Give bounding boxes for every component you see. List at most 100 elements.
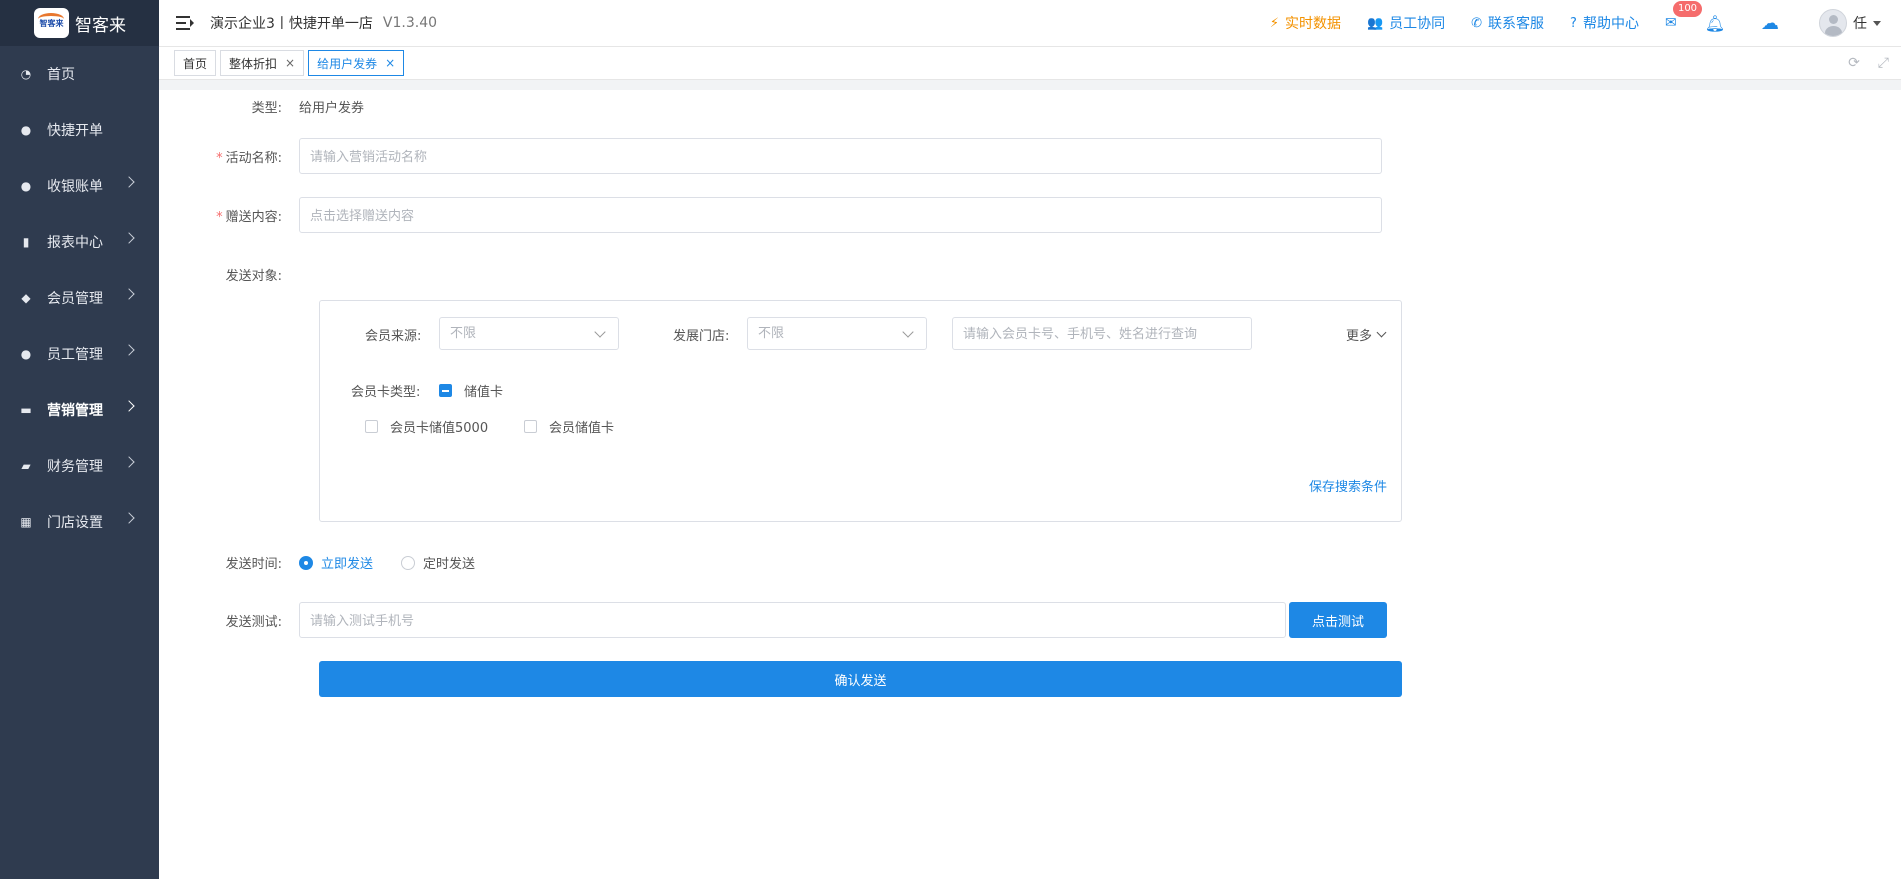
chevron-down-icon xyxy=(1376,327,1387,338)
sidebar-item-label: 员工管理 xyxy=(47,347,103,363)
page-tab[interactable]: 给用户发券 × xyxy=(308,50,405,76)
chevron-right-icon xyxy=(123,176,135,188)
member-search-input[interactable] xyxy=(952,317,1252,350)
card-option-checkbox[interactable]: 会员储值卡 xyxy=(524,417,614,436)
chevron-right-icon xyxy=(123,512,135,524)
mail-icon[interactable]: ✉ 100 xyxy=(1665,1,1703,31)
confirm-send-button[interactable]: 确认发送 xyxy=(319,661,1402,697)
gift-content-input[interactable] xyxy=(299,197,1382,233)
test-label: 发送测试: xyxy=(225,614,282,630)
chevron-down-icon xyxy=(594,326,606,338)
tab-label: 整体折扣 xyxy=(229,56,278,71)
fullscreen-icon[interactable]: ⤢ xyxy=(1878,55,1889,71)
user-icon: ● xyxy=(20,347,32,361)
header-link[interactable]: ⚡ 实时数据 xyxy=(1270,13,1341,33)
sidebar-item[interactable]: ● 员工管理 xyxy=(0,326,159,382)
time-label: 发送时间: xyxy=(225,557,282,572)
tab-label: 首页 xyxy=(183,56,208,71)
menu-collapse-icon[interactable] xyxy=(176,16,194,30)
sidebar-nav: ◔ 首页 ● 快捷开单 ● 收银账单 ▮ 报表中心 ◆ 会员管理 ● 员工管理 ▬ 营销管理 ▰ 财务管理 ▦ 门… xyxy=(0,46,159,550)
sidebar-item-label: 报表中心 xyxy=(47,235,103,251)
store-label: 发展门店: xyxy=(673,329,730,344)
sidebar-item-label: 首页 xyxy=(47,67,75,83)
header-link-label: 员工协同 xyxy=(1389,16,1446,32)
activity-label: * 活动名称: xyxy=(216,150,282,166)
users-icon: 👥 xyxy=(1366,15,1384,31)
header-link-label: 联系客服 xyxy=(1488,16,1545,32)
refresh-icon[interactable]: ⟳ xyxy=(1848,55,1860,71)
chevron-down-icon xyxy=(1873,20,1881,26)
member-source-select[interactable]: 不限 xyxy=(439,317,619,350)
time-row: 发送时间: 立即发送 定时发送 xyxy=(159,553,503,572)
card-type-parent-checkbox[interactable]: 储值卡 xyxy=(439,381,503,400)
sidebar-item-label: 营销管理 xyxy=(47,403,103,419)
wallet-icon: ▰ xyxy=(21,459,31,473)
sidebar-item[interactable]: ▮ 报表中心 xyxy=(0,214,159,270)
target-filter-panel: 会员来源: 不限 发展门店: 不限 更多 会员卡类型: 储值卡 会员卡储值500… xyxy=(319,300,1402,522)
tab-label: 给用户发券 xyxy=(317,56,378,71)
sidebar-item[interactable]: ▰ 财务管理 xyxy=(0,438,159,494)
test-row: 发送测试: 点击测试 xyxy=(159,602,1387,638)
sidebar-item-label: 财务管理 xyxy=(47,459,103,475)
target-label: 发送对象: xyxy=(225,268,282,284)
avatar xyxy=(1819,9,1847,37)
logo-icon: 智客来 xyxy=(34,8,69,38)
mail-badge: 100 xyxy=(1672,1,1703,17)
bell-icon[interactable]: 🔔︎ xyxy=(1705,14,1725,33)
header-link-label: 实时数据 xyxy=(1284,16,1341,32)
header-link[interactable]: 👥 员工协同 xyxy=(1367,13,1445,33)
radio-send-scheduled[interactable]: 定时发送 xyxy=(401,553,475,572)
header-actions: ⚡ 实时数据 👥 员工协同 ✆ 联系客服? 帮助中心 ✉ 100 🔔︎ ☁ 任 xyxy=(1270,0,1901,46)
sidebar-item[interactable]: ● 快捷开单 xyxy=(0,102,159,158)
sidebar-item[interactable]: ▬ 营销管理 xyxy=(0,382,159,438)
header-link[interactable]: ? 帮助中心 xyxy=(1570,13,1639,33)
close-icon[interactable]: × xyxy=(285,56,295,70)
tab-bar: 首页 整体折扣 × 给用户发券 × ⟳ ⤢ xyxy=(159,46,1901,80)
sidebar: 智客来 智客来 ◔ 首页 ● 快捷开单 ● 收银账单 ▮ 报表中心 ◆ 会员管理 ● 员工管理 ▬ 营销管… xyxy=(0,0,159,879)
sidebar-item[interactable]: ▦ 门店设置 xyxy=(0,494,159,550)
test-phone-input[interactable] xyxy=(299,602,1286,638)
sidebar-item-label: 会员管理 xyxy=(47,291,103,307)
user-menu[interactable]: 任 xyxy=(1819,9,1881,37)
tab-tools: ⟳ ⤢ xyxy=(1830,55,1889,71)
sidebar-item[interactable]: ● 收银账单 xyxy=(0,158,159,214)
chevron-right-icon xyxy=(123,232,135,244)
chevron-right-icon xyxy=(123,344,135,356)
brand-logo[interactable]: 智客来 智客来 xyxy=(0,0,159,46)
gift-row: * 赠送内容: xyxy=(159,197,1382,233)
sidebar-item-label: 收银账单 xyxy=(47,179,103,195)
top-header: 演示企业3丨快捷开单一店 V1.3.40 ⚡ 实时数据 👥 员工协同 ✆ 联系客服? 帮助中… xyxy=(159,0,1901,46)
help-icon: ? xyxy=(1570,15,1577,31)
chevron-right-icon xyxy=(123,400,135,412)
briefcase-icon: ▬ xyxy=(20,403,32,417)
card-option-checkbox[interactable]: 会员卡储值5000 xyxy=(365,417,488,436)
app-version: V1.3.40 xyxy=(382,15,438,31)
radio-send-now[interactable]: 立即发送 xyxy=(299,553,373,572)
cloud-icon[interactable]: ☁ xyxy=(1761,13,1779,34)
more-filters-toggle[interactable]: 更多 xyxy=(1346,325,1387,344)
dashboard-icon: ◔ xyxy=(20,67,32,81)
card-type-label: 会员卡类型: xyxy=(351,385,421,400)
sidebar-item[interactable]: ◔ 首页 xyxy=(0,46,159,102)
activity-name-input[interactable] xyxy=(299,138,1382,174)
test-send-button[interactable]: 点击测试 xyxy=(1289,602,1387,638)
page-tab[interactable]: 首页 xyxy=(174,50,217,76)
content-divider xyxy=(159,80,1901,90)
diamond-icon: ◆ xyxy=(21,291,31,305)
header-link-label: 帮助中心 xyxy=(1582,16,1639,32)
save-search-link[interactable]: 保存搜索条件 xyxy=(1309,476,1387,495)
close-icon[interactable]: × xyxy=(385,56,395,70)
brand-name: 智客来 xyxy=(75,15,126,36)
sidebar-item[interactable]: ◆ 会员管理 xyxy=(0,270,159,326)
money-bag-icon: ● xyxy=(20,179,32,193)
phone-icon: ✆ xyxy=(1471,15,1483,31)
store-name: 演示企业3丨快捷开单一店 xyxy=(210,16,373,32)
user-name: 任 xyxy=(1853,16,1867,32)
money-bag-icon: ● xyxy=(20,123,32,137)
develop-store-select[interactable]: 不限 xyxy=(747,317,927,350)
target-row: 发送对象: xyxy=(159,264,299,284)
type-label: 类型: xyxy=(251,100,282,116)
page-tab[interactable]: 整体折扣 × xyxy=(220,50,305,76)
header-link[interactable]: ✆ 联系客服 xyxy=(1471,13,1544,33)
logo-badge-text: 智客来 xyxy=(39,18,64,28)
